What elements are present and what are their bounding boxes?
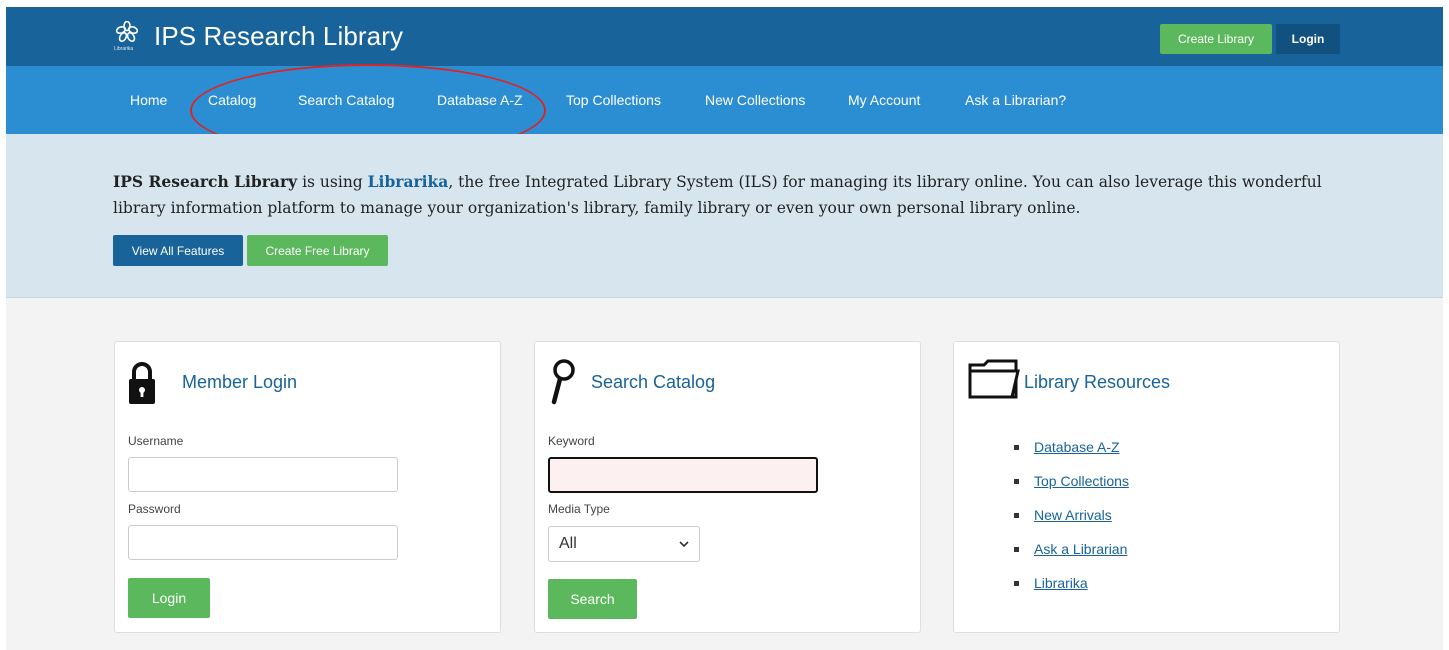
search-catalog-card: Search Catalog Keyword Media Type All Se… <box>534 341 921 633</box>
view-all-features-button[interactable]: View All Features <box>113 235 243 266</box>
media-type-select[interactable]: All <box>548 526 700 562</box>
chevron-down-icon <box>679 535 689 553</box>
list-item: Ask a Librarian <box>1014 541 1129 575</box>
media-type-selected-value: All <box>559 535 577 552</box>
password-input[interactable] <box>128 525 398 560</box>
nav-item-catalog[interactable]: Catalog <box>208 92 256 108</box>
nav-item-my-account[interactable]: My Account <box>848 92 920 108</box>
brand[interactable]: Librarika IPS Research Library <box>112 16 403 56</box>
nav-item-ask-a-librarian[interactable]: Ask a Librarian? <box>965 92 1066 108</box>
top-header: Librarika IPS Research Library Create Li… <box>6 0 1443 66</box>
list-item: Top Collections <box>1014 473 1129 507</box>
nav-item-new-collections[interactable]: New Collections <box>705 92 805 108</box>
keyword-label: Keyword <box>548 434 595 448</box>
logo-text: Librarika <box>114 46 134 52</box>
search-catalog-title: Search Catalog <box>591 372 716 392</box>
username-label: Username <box>128 434 184 448</box>
resource-link-librarika[interactable]: Librarika <box>1034 575 1088 591</box>
nav-item-top-collections[interactable]: Top Collections <box>566 92 661 108</box>
member-login-card: Member Login Username Password Login <box>114 341 501 633</box>
nav-item-search-catalog[interactable]: Search Catalog <box>298 92 395 108</box>
resource-link-top-collections[interactable]: Top Collections <box>1034 473 1129 489</box>
search-button[interactable]: Search <box>548 579 637 619</box>
library-resources-title: Library Resources <box>1024 372 1171 392</box>
nav-item-database-a-z[interactable]: Database A-Z <box>437 92 523 108</box>
member-login-title: Member Login <box>182 372 298 392</box>
hero-library-name: IPS Research Library <box>113 172 298 191</box>
list-item: Librarika <box>1014 575 1129 609</box>
resource-link-new-arrivals[interactable]: New Arrivals <box>1034 507 1112 523</box>
main-nav: Home Catalog Search Catalog Database A-Z… <box>6 66 1443 134</box>
list-item: New Arrivals <box>1014 507 1129 541</box>
resource-link-ask-a-librarian[interactable]: Ask a Librarian <box>1034 541 1127 557</box>
hero-text-part-1: is using <box>297 173 368 191</box>
hero-banner: IPS Research Library is using Librarika,… <box>6 134 1443 298</box>
site-title[interactable]: IPS Research Library <box>154 21 403 52</box>
nav-item-home[interactable]: Home <box>130 92 167 108</box>
folder-icon <box>968 359 1020 404</box>
list-item: Database A-Z <box>1014 439 1129 473</box>
header-login-button[interactable]: Login <box>1276 24 1340 54</box>
padlock-icon <box>128 360 156 411</box>
resource-link-database-a-z[interactable]: Database A-Z <box>1034 439 1120 455</box>
keyword-input[interactable] <box>548 457 818 493</box>
login-button[interactable]: Login <box>128 578 210 618</box>
librarika-link[interactable]: Librarika <box>368 172 449 191</box>
create-free-library-button[interactable]: Create Free Library <box>247 235 388 266</box>
librarika-flower-icon: Librarika <box>112 16 144 56</box>
media-type-label: Media Type <box>548 502 610 516</box>
create-library-button[interactable]: Create Library <box>1160 24 1272 54</box>
password-label: Password <box>128 502 181 516</box>
library-resources-card: Library Resources Database A-Z Top Colle… <box>953 341 1340 633</box>
hero-description: IPS Research Library is using Librarika,… <box>113 169 1353 221</box>
resources-list: Database A-Z Top Collections New Arrival… <box>1014 439 1129 609</box>
magnifier-icon <box>550 358 576 411</box>
page: Librarika IPS Research Library Create Li… <box>6 0 1443 650</box>
username-input[interactable] <box>128 457 398 492</box>
